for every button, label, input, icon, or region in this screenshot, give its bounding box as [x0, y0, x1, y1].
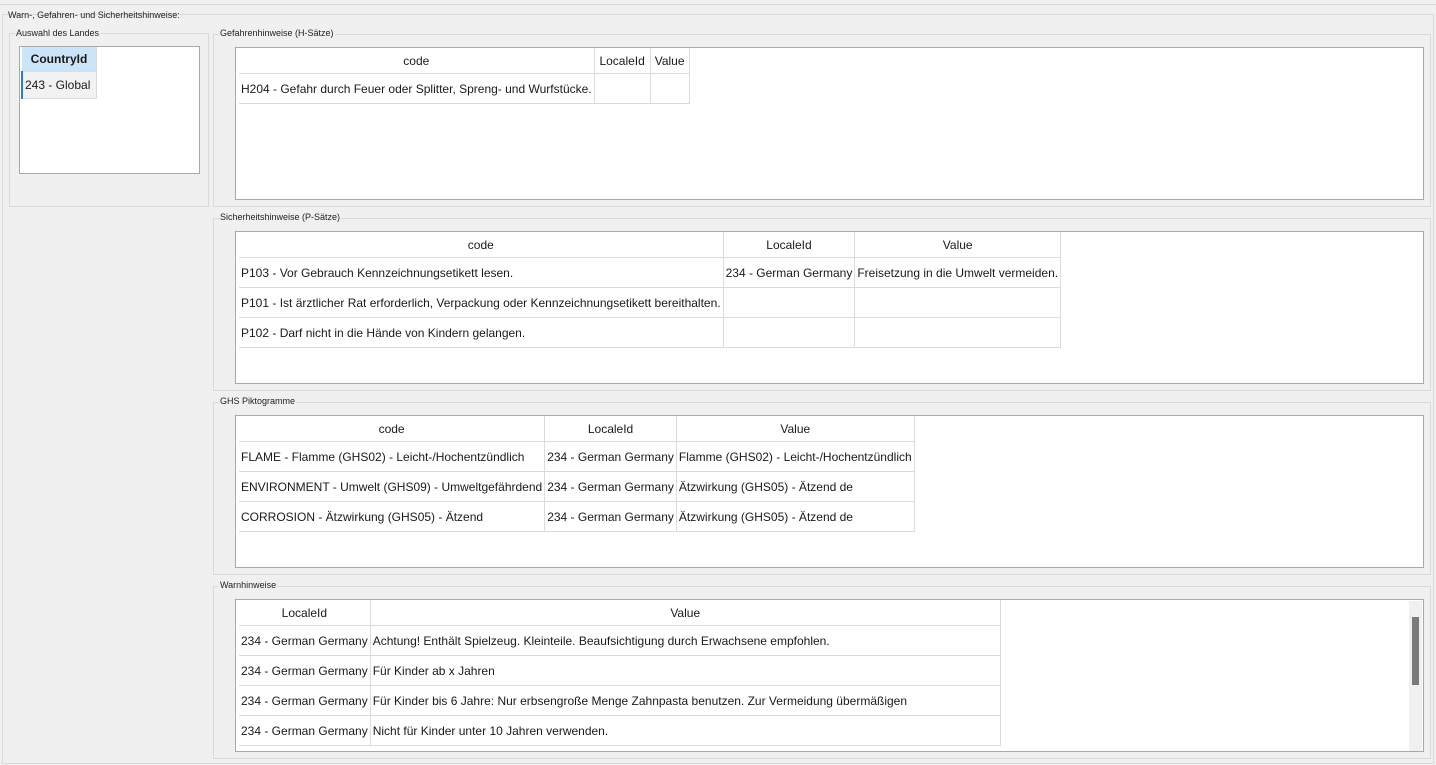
column-header-localeid[interactable]: LocaleId: [239, 600, 371, 626]
ghs-table-box[interactable]: code LocaleId Value FLAME - Flamme (GHS0…: [235, 415, 1424, 568]
table-cell[interactable]: 234 - German Germany: [239, 715, 371, 746]
table-cell[interactable]: FLAME - Flamme (GHS02) - Leicht-/Hochent…: [239, 441, 546, 472]
column-header-value[interactable]: Value: [854, 232, 1062, 258]
table-cell[interactable]: Nicht für Kinder unter 10 Jahren verwend…: [370, 715, 1001, 746]
table-row[interactable]: H204 - Gefahr durch Feuer oder Splitter,…: [239, 73, 690, 104]
table-cell[interactable]: 234 - German Germany: [239, 685, 371, 716]
table-cell[interactable]: Achtung! Enthält Spielzeug. Kleinteile. …: [370, 625, 1001, 656]
table-row[interactable]: 243 - Global: [21, 71, 97, 99]
column-header-value[interactable]: Value: [676, 416, 915, 442]
country-table-box[interactable]: CountryId 243 - Global: [19, 46, 200, 174]
top-separator: [0, 4, 1436, 5]
table-cell[interactable]: ENVIRONMENT - Umwelt (GHS09) - Umweltgef…: [239, 471, 546, 502]
country-group-label: Auswahl des Landes: [15, 28, 101, 38]
vertical-scrollbar[interactable]: [1409, 601, 1422, 751]
column-header-countryid[interactable]: CountryId: [22, 47, 97, 72]
table-row[interactable]: P102 - Darf nicht in die Hände von Kinde…: [239, 317, 1062, 348]
table-cell[interactable]: P101 - Ist ärztlicher Rat erforderlich, …: [239, 287, 724, 318]
p-phrases-table-box[interactable]: code LocaleId Value P103 - Vor Gebrauch …: [235, 231, 1424, 384]
column-header-value[interactable]: Value: [370, 600, 1001, 626]
p-phrases-rows: P103 - Vor Gebrauch Kennzeichnungsetiket…: [239, 257, 1062, 348]
table-cell[interactable]: [594, 73, 651, 104]
country-table: CountryId 243 - Global: [21, 47, 97, 99]
column-header-code[interactable]: code: [239, 232, 724, 258]
warnings-label: Warnhinweise: [219, 580, 278, 590]
column-header-localeid[interactable]: LocaleId: [723, 232, 856, 258]
column-header-code[interactable]: code: [239, 48, 595, 74]
table-cell[interactable]: Flamme (GHS02) - Leicht-/Hochentzündlich: [676, 441, 915, 472]
table-row[interactable]: 234 - German Germany Nicht für Kinder unt…: [239, 715, 1001, 746]
table-cell[interactable]: 234 - German Germany: [723, 257, 856, 288]
h-phrases-table-box[interactable]: code LocaleId Value H204 - Gefahr durch …: [235, 47, 1424, 200]
table-row[interactable]: CORROSION - Ätzwirkung (GHS05) - Ätzend 2…: [239, 501, 915, 532]
country-rows: 243 - Global: [21, 71, 97, 99]
warnings-rows: 234 - German Germany Achtung! Enthält Spi…: [239, 625, 1001, 746]
h-phrases-label: Gefahrenhinweise (H-Sätze): [219, 28, 335, 38]
table-cell[interactable]: H204 - Gefahr durch Feuer oder Splitter,…: [239, 73, 595, 104]
table-row[interactable]: FLAME - Flamme (GHS02) - Leicht-/Hochent…: [239, 441, 915, 472]
table-row[interactable]: 234 - German Germany Für Kinder bis 6 Jah…: [239, 685, 1001, 716]
table-row[interactable]: 234 - German Germany Für Kinder ab x Jahr…: [239, 655, 1001, 686]
h-phrases-table: code LocaleId Value H204 - Gefahr durch …: [239, 48, 690, 104]
page-title: Warn-, Gefahren- und Sicherheitshinweise…: [8, 10, 180, 20]
p-phrases-label: Sicherheitshinweise (P-Sätze): [219, 212, 342, 222]
table-cell[interactable]: Ätzwirkung (GHS05) - Ätzend de: [676, 471, 915, 502]
column-header-code[interactable]: code: [239, 416, 546, 442]
table-row[interactable]: P103 - Vor Gebrauch Kennzeichnungsetiket…: [239, 257, 1062, 288]
table-cell[interactable]: 234 - German Germany: [544, 471, 677, 502]
table-cell[interactable]: 234 - German Germany: [544, 501, 677, 532]
table-cell[interactable]: Für Kinder ab x Jahren: [370, 655, 1001, 686]
table-cell[interactable]: Für Kinder bis 6 Jahre: Nur erbsengroße …: [370, 685, 1001, 716]
table-row[interactable]: P101 - Ist ärztlicher Rat erforderlich, …: [239, 287, 1062, 318]
table-cell[interactable]: P102 - Darf nicht in die Hände von Kinde…: [239, 317, 724, 348]
table-cell[interactable]: [854, 317, 1062, 348]
table-cell[interactable]: Freisetzung in die Umwelt vermeiden.: [854, 257, 1062, 288]
ghs-rows: FLAME - Flamme (GHS02) - Leicht-/Hochent…: [239, 441, 915, 532]
table-cell[interactable]: 243 - Global: [21, 71, 97, 99]
table-cell[interactable]: [650, 73, 690, 104]
table-cell[interactable]: 234 - German Germany: [239, 625, 371, 656]
p-phrases-table: code LocaleId Value P103 - Vor Gebrauch …: [239, 232, 1062, 348]
table-cell[interactable]: 234 - German Germany: [239, 655, 371, 686]
table-row[interactable]: 234 - German Germany Achtung! Enthält Spi…: [239, 625, 1001, 656]
warnings-table: LocaleId Value 234 - German Germany Achtu…: [239, 600, 1001, 746]
ghs-label: GHS Piktogramme: [219, 396, 297, 406]
table-cell[interactable]: Ätzwirkung (GHS05) - Ätzend de: [676, 501, 915, 532]
table-cell[interactable]: [723, 287, 856, 318]
h-phrases-rows: H204 - Gefahr durch Feuer oder Splitter,…: [239, 73, 690, 104]
column-header-localeid[interactable]: LocaleId: [594, 48, 651, 74]
table-row[interactable]: ENVIRONMENT - Umwelt (GHS09) - Umweltgef…: [239, 471, 915, 502]
column-header-localeid[interactable]: LocaleId: [544, 416, 677, 442]
warnings-table-box[interactable]: LocaleId Value 234 - German Germany Achtu…: [235, 599, 1424, 752]
table-cell[interactable]: 234 - German Germany: [544, 441, 677, 472]
column-header-value[interactable]: Value: [650, 48, 690, 74]
table-cell[interactable]: P103 - Vor Gebrauch Kennzeichnungsetiket…: [239, 257, 724, 288]
ghs-table: code LocaleId Value FLAME - Flamme (GHS0…: [239, 416, 915, 532]
scrollbar-thumb[interactable]: [1412, 617, 1419, 685]
table-cell[interactable]: CORROSION - Ätzwirkung (GHS05) - Ätzend: [239, 501, 546, 532]
table-cell[interactable]: [854, 287, 1062, 318]
table-cell[interactable]: [723, 317, 856, 348]
